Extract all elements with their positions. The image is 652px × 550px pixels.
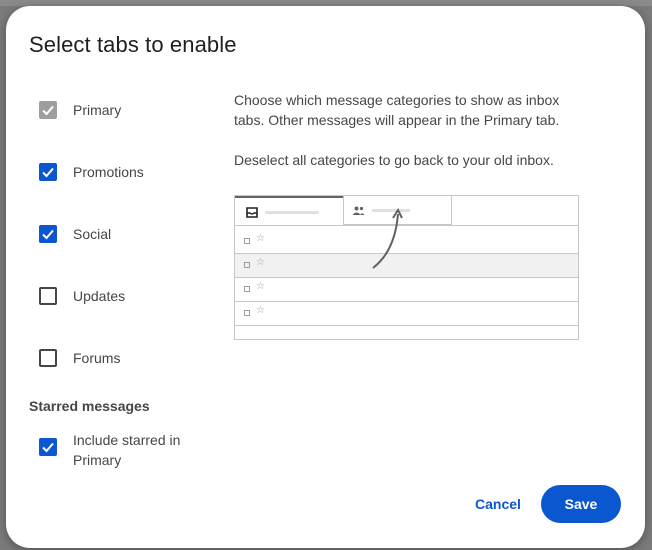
save-button[interactable]: Save: [541, 485, 621, 523]
inbox-icon: [246, 207, 258, 218]
row-checkbox-icon: [244, 310, 250, 316]
check-icon: [42, 229, 54, 240]
row-checkbox-icon: [244, 238, 250, 244]
option-label: Forums: [73, 350, 121, 366]
illustration-row: ☆: [235, 278, 578, 302]
updates-checkbox[interactable]: [39, 287, 57, 305]
description-text: Choose which message categories to show …: [234, 92, 560, 128]
option-label: Promotions: [73, 164, 144, 180]
inbox-illustration: ☆ ☆ ☆ ☆: [234, 195, 579, 340]
option-updates[interactable]: Updates: [39, 285, 209, 309]
include-starred-label[interactable]: Include starred in Primary: [73, 430, 213, 470]
tab-label-placeholder: [265, 211, 319, 214]
star-icon: ☆: [256, 281, 265, 292]
option-promotions[interactable]: Promotions: [39, 161, 209, 185]
option-forums[interactable]: Forums: [39, 347, 209, 371]
illustration-tab-primary: [235, 196, 343, 227]
option-primary: Primary: [39, 99, 209, 123]
option-include-starred[interactable]: [39, 436, 59, 460]
check-icon: [42, 442, 54, 453]
check-icon: [42, 167, 54, 178]
dialog-title: Select tabs to enable: [29, 32, 237, 57]
deselect-hint-text: Deselect all categories to go back to yo…: [234, 152, 554, 168]
primary-checkbox: [39, 101, 57, 119]
include-starred-checkbox[interactable]: [39, 438, 57, 456]
illustration-row: ☆: [235, 302, 578, 326]
star-icon: ☆: [256, 305, 265, 316]
option-label: Updates: [73, 288, 126, 304]
social-checkbox[interactable]: [39, 225, 57, 243]
curved-arrow-icon: [372, 207, 403, 269]
starred-heading: Starred messages: [29, 398, 150, 414]
option-label: Primary: [73, 102, 122, 118]
star-icon: ☆: [256, 257, 265, 268]
forums-checkbox[interactable]: [39, 349, 57, 367]
tabs-dialog: Select tabs to enable Primary Promotions…: [6, 6, 645, 548]
promotions-checkbox[interactable]: [39, 163, 57, 181]
option-label: Social: [73, 226, 112, 242]
star-icon: ☆: [256, 233, 265, 244]
option-social[interactable]: Social: [39, 223, 209, 247]
row-checkbox-icon: [244, 286, 250, 292]
check-icon: [42, 105, 54, 116]
people-icon: [352, 206, 365, 215]
cancel-button[interactable]: Cancel: [465, 490, 531, 518]
row-checkbox-icon: [244, 262, 250, 268]
